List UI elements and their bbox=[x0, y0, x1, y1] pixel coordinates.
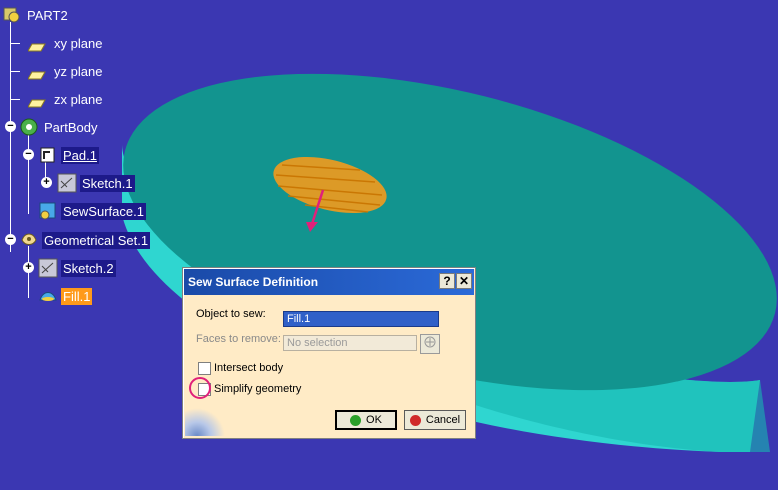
faces-to-remove-field[interactable]: No selection bbox=[283, 335, 417, 351]
collapse-geoset-icon[interactable]: − bbox=[5, 234, 16, 245]
close-button[interactable]: ✕ bbox=[456, 273, 472, 289]
faces-selector-button[interactable] bbox=[420, 334, 440, 354]
sew-surface-dialog: Sew Surface Definition ? ✕ Object to sew… bbox=[182, 267, 476, 439]
sketch-icon bbox=[38, 258, 58, 278]
collapse-partbody-icon[interactable]: − bbox=[5, 121, 16, 132]
tree-item-sketch1[interactable]: Sketch.1 bbox=[57, 173, 135, 193]
expand-sketch1-icon[interactable]: + bbox=[41, 177, 52, 188]
fill-icon bbox=[38, 286, 58, 306]
plane-icon bbox=[27, 95, 46, 107]
tree-item-geometrical-set[interactable]: Geometrical Set.1 bbox=[19, 230, 151, 250]
pad-icon bbox=[38, 145, 58, 165]
object-to-sew-field[interactable]: Fill.1 bbox=[283, 311, 439, 327]
globe-watermark-icon bbox=[185, 408, 225, 436]
cancel-button[interactable]: Cancel bbox=[404, 410, 466, 430]
partbody-icon bbox=[19, 117, 39, 137]
object-to-sew-label: Object to sew: bbox=[196, 308, 266, 320]
intersect-body-checkbox[interactable] bbox=[198, 362, 211, 375]
plane-icon bbox=[27, 67, 46, 79]
help-button[interactable]: ? bbox=[439, 273, 455, 289]
tree-item-fill[interactable]: Fill.1 bbox=[38, 286, 93, 306]
simplify-geometry-label: Simplify geometry bbox=[214, 383, 302, 395]
intersect-body-label: Intersect body bbox=[214, 362, 284, 374]
3d-viewport[interactable]: PART2 xy plane yz plane zx plane − PartB… bbox=[0, 0, 778, 490]
plane-icon bbox=[27, 39, 46, 51]
tree-item-xy-plane[interactable]: xy plane bbox=[10, 33, 104, 53]
expand-sketch2-icon[interactable]: + bbox=[23, 262, 34, 273]
tree-item-zx-plane[interactable]: zx plane bbox=[10, 89, 104, 109]
tree-item-sketch2[interactable]: Sketch.2 bbox=[38, 258, 116, 278]
sketch-icon bbox=[57, 173, 77, 193]
faces-selector-icon bbox=[423, 335, 437, 354]
tree-item-sewsurface[interactable]: SewSurface.1 bbox=[38, 201, 146, 221]
tree-item-pad[interactable]: Pad.1 bbox=[38, 145, 99, 165]
tree-root[interactable]: PART2 bbox=[2, 5, 70, 25]
tree-item-yz-plane[interactable]: yz plane bbox=[10, 61, 104, 81]
sewsurface-icon bbox=[38, 201, 58, 221]
faces-to-remove-label: Faces to remove: bbox=[196, 333, 281, 345]
ok-icon bbox=[350, 414, 362, 426]
geometrical-set-icon bbox=[19, 230, 39, 250]
cancel-icon bbox=[409, 414, 421, 426]
ok-button[interactable]: OK bbox=[335, 410, 397, 430]
collapse-pad-icon[interactable]: − bbox=[23, 149, 34, 160]
dialog-title: Sew Surface Definition bbox=[188, 275, 319, 289]
dialog-title-bar[interactable]: Sew Surface Definition bbox=[184, 269, 474, 295]
annotation-circle bbox=[189, 377, 211, 399]
tree-item-partbody[interactable]: PartBody bbox=[19, 117, 99, 137]
part-icon bbox=[2, 5, 22, 25]
